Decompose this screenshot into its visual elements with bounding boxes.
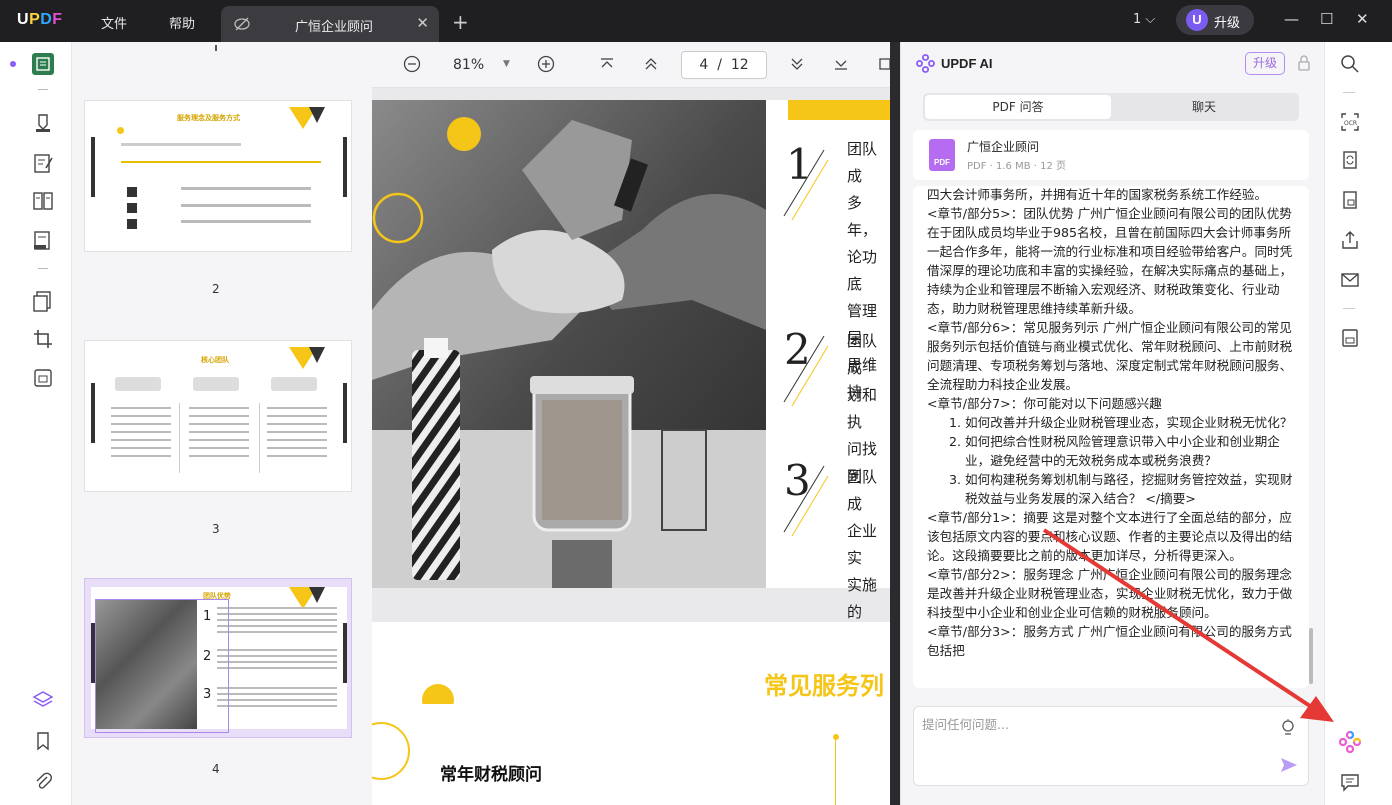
tab-title: 广恒企业顾问 [295, 20, 374, 35]
updf-ai-icon [916, 54, 935, 77]
search-icon[interactable] [1340, 54, 1360, 74]
first-page-icon[interactable] [598, 55, 616, 73]
chevron-down-icon: ⌵ [1145, 12, 1156, 27]
thumbnail-panel: 服务理念及服务方式 2 核心团队 3 团队优势 1 2 3 4 [72, 42, 372, 805]
avatar: U [1186, 9, 1208, 31]
convert-pdf-icon[interactable] [1340, 150, 1360, 170]
minimize-icon[interactable]: — [1284, 10, 1299, 28]
file-card[interactable]: PDF 广恒企业顾问 PDF · 1.6 MB · 12 页 [913, 130, 1309, 180]
next-page-icon[interactable] [788, 55, 806, 73]
bookmark-icon[interactable] [32, 730, 54, 752]
send-icon[interactable] [1280, 757, 1298, 777]
viewer-toolbar: 81% ▼ 4 / 12 [372, 42, 890, 88]
thumbnail-heading: 核心团队 [201, 356, 229, 364]
document-viewer[interactable]: 81% ▼ 4 / 12 1 团队成 多年， 论功底 管理层 思维持 2 团队成… [372, 42, 890, 805]
organize-pages-icon[interactable] [32, 190, 54, 212]
reader-icon[interactable] [32, 53, 54, 75]
page-thumbnail-2[interactable]: 服务理念及服务方式 [84, 100, 352, 252]
answer-paragraph: <章节/部分3>：服务方式 广州广恒企业顾问有限公司的服务方式包括把 [927, 624, 1292, 658]
comments-list-icon[interactable] [1340, 772, 1360, 792]
convert-icon[interactable] [32, 290, 54, 312]
zoom-dropdown-icon[interactable]: ▼ [503, 59, 510, 69]
menu-file[interactable]: 文件 [101, 13, 127, 32]
hide-icon[interactable] [233, 15, 251, 37]
left-toolbar [0, 42, 72, 805]
close-window-icon[interactable]: ✕ [1356, 10, 1369, 28]
team-photo [372, 100, 766, 588]
zoom-out-icon[interactable] [403, 55, 421, 73]
next-page-subtitle: 常年财税顾问 [440, 765, 542, 785]
more-icon[interactable] [878, 55, 890, 73]
edit-text-icon[interactable] [32, 152, 54, 174]
new-tab-icon[interactable]: + [452, 10, 469, 34]
form-icon[interactable] [32, 229, 54, 251]
window-selector[interactable]: 1 ⌵ [1133, 12, 1155, 27]
ai-answer: 四大会计师事务所，并拥有近十年的国家税务系统工作经验。 <章节/部分5>：团队优… [913, 186, 1309, 688]
page-number-3: 3 [212, 522, 220, 536]
maximize-icon[interactable]: ☐ [1320, 10, 1333, 28]
updf-logo[interactable]: UPDF [17, 11, 63, 29]
email-icon[interactable] [1340, 270, 1360, 290]
ai-title: UPDF AI [941, 56, 993, 71]
close-tab-icon[interactable]: ✕ [416, 14, 429, 32]
tab-chat[interactable]: 聊天 [1111, 95, 1297, 119]
page-number-2: 2 [212, 282, 220, 296]
pdf-page-5-body: 常年财税顾问 [372, 704, 890, 805]
upgrade-label: 升级 [1214, 16, 1241, 31]
answer-paragraph: <章节/部分2>：服务理念 广州广恒企业顾问有限公司的服务理念是改善并升级企业财… [927, 567, 1293, 620]
ai-panel: UPDF AI 升级 PDF 问答 聊天 PDF 广恒企业顾问 PDF · 1.… [900, 42, 1324, 805]
page-thumbnail-4[interactable]: 团队优势 1 2 3 [84, 578, 352, 738]
answer-paragraph: <章节/部分6>：常见服务列示 广州广恒企业顾问有限公司的常见服务列示包括价值链… [927, 320, 1293, 392]
next-page-title: 常见服务列 [764, 672, 884, 700]
protect-file-icon[interactable] [1340, 190, 1360, 210]
ai-mode-tabs: PDF 问答 聊天 [923, 93, 1299, 121]
page-number-4: 4 [212, 762, 220, 776]
answer-paragraph: <章节/部分1>：摘要 这是对整个文本进行了全面总结的部分，应该包括原文内容的要… [927, 510, 1293, 563]
lightbulb-icon[interactable] [1280, 719, 1296, 741]
answer-paragraph: <章节/部分5>：团队优势 广州广恒企业顾问有限公司的团队优势在于团队成员均毕业… [927, 206, 1293, 316]
ai-upgrade-button[interactable]: 升级 [1245, 52, 1285, 75]
answer-paragraph: 四大会计师事务所，并拥有近十年的国家税务系统工作经验。 [927, 187, 1268, 202]
list-item: 如何把综合性财税风险管理意识带入中小企业和创业期企业，避免经营中的无效税务成本或… [965, 432, 1297, 470]
lock-icon[interactable] [1297, 55, 1311, 75]
document-tab[interactable]: 广恒企业顾问 ✕ [221, 6, 439, 42]
active-dot [10, 61, 16, 67]
tab-pdf-qa[interactable]: PDF 问答 [925, 95, 1111, 119]
comment-icon[interactable] [32, 112, 54, 134]
save-icon[interactable] [1340, 328, 1360, 348]
ai-header: UPDF AI 升级 [901, 42, 1325, 86]
file-meta: PDF · 1.6 MB · 12 页 [967, 161, 1067, 172]
svg-text:OCR: OCR [1344, 120, 1357, 127]
ai-question-box[interactable] [913, 706, 1309, 786]
list-item: 如何改善并升级企业财税管理业态，实现企业财税无忧化？ [965, 413, 1297, 432]
previous-page-icon[interactable] [642, 55, 660, 73]
pdf-file-icon: PDF [929, 139, 955, 171]
menu-help[interactable]: 帮助 [169, 13, 195, 32]
accent-bar [788, 100, 890, 120]
page-thumbnail-3[interactable]: 核心团队 [84, 340, 352, 492]
updf-ai-button-icon[interactable] [1338, 730, 1362, 754]
item-text-3: 团队成 企业实 实施的 [847, 468, 878, 621]
file-name: 广恒企业顾问 [967, 140, 1040, 154]
pdf-page-4: 1 团队成 多年， 论功底 管理层 思维持 2 团队成 划和执 问找到 3 团队成 企业实 实施… [372, 100, 890, 621]
crop-icon[interactable] [32, 328, 54, 350]
title-bar: UPDF 文件 帮助 广恒企业顾问 ✕ + 1 ⌵ U 升级 — ☐ ✕ [0, 0, 1392, 42]
list-item: 如何构建税务筹划机制与路径，挖掘财务管控效益，实现财税效益与业务发展的深入结合？… [965, 470, 1297, 508]
question-list: 如何改善并升级企业财税管理业态，实现企业财税无忧化？ 如何把综合性财税风险管理意… [927, 413, 1297, 508]
layers-icon[interactable] [32, 689, 54, 711]
last-page-icon[interactable] [832, 55, 850, 73]
ai-question-input[interactable] [922, 717, 1262, 732]
thumbnail-heading: 服务理念及服务方式 [177, 114, 240, 122]
page-number-input[interactable]: 4 / 12 [681, 51, 767, 79]
share-icon[interactable] [1340, 230, 1360, 250]
chat-scrollbar[interactable] [1309, 628, 1313, 684]
attachment-icon[interactable] [32, 770, 54, 792]
upgrade-button[interactable]: U 升级 [1176, 5, 1254, 35]
answer-paragraph: <章节/部分7>：你可能对以下问题感兴趣 [927, 396, 1162, 411]
protect-icon[interactable] [32, 367, 54, 389]
zoom-in-icon[interactable] [537, 55, 555, 73]
ocr-icon[interactable]: OCR [1340, 112, 1360, 132]
right-toolbar: OCR [1324, 42, 1392, 805]
zoom-level[interactable]: 81% [453, 57, 484, 73]
